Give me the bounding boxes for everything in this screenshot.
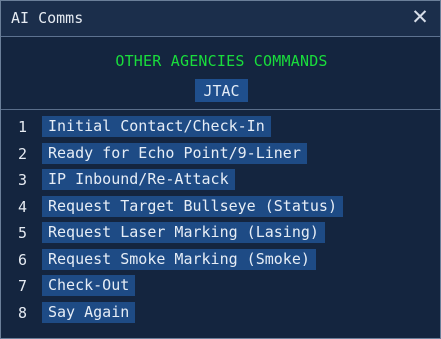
menu-item-label[interactable]: Request Target Bullseye (Status)	[42, 195, 343, 217]
menu-item-label[interactable]: Ready for Echo Point/9-Liner	[42, 142, 307, 164]
menu-item-say-again[interactable]: 8 Say Again	[1, 299, 441, 326]
agency-badge-container: JTAC	[1, 79, 441, 102]
menu-item-ready-echo-point[interactable]: 2 Ready for Echo Point/9-Liner	[1, 140, 441, 167]
menu-item-label[interactable]: Request Smoke Marking (Smoke)	[42, 248, 316, 270]
menu-item-number: 7	[18, 277, 28, 295]
menu-item-label[interactable]: Check-Out	[42, 275, 136, 296]
section-heading: OTHER AGENCIES COMMANDS	[115, 52, 328, 70]
menu-item-label[interactable]: IP Inbound/Re-Attack	[42, 169, 235, 190]
menu-item-number: 6	[18, 250, 28, 269]
menu-item-label[interactable]: Request Laser Marking (Lasing)	[42, 222, 325, 243]
menu-item-check-out[interactable]: 7 Check-Out	[1, 272, 441, 299]
menu-item-number: 1	[18, 118, 28, 136]
menu-item-ip-inbound[interactable]: 3 IP Inbound/Re-Attack	[1, 166, 441, 193]
menu-item-number: 3	[18, 171, 28, 189]
menu-item-number: 2	[18, 144, 28, 163]
menu-item-laser-marking[interactable]: 5 Request Laser Marking (Lasing)	[1, 219, 441, 246]
agency-badge-jtac: JTAC	[195, 79, 248, 102]
menu-item-initial-contact[interactable]: 1 Initial Contact/Check-In	[1, 113, 441, 140]
menu-item-number: 4	[18, 197, 28, 216]
menu-item-label[interactable]: Say Again	[42, 301, 136, 323]
close-icon[interactable]: ✕	[406, 3, 434, 31]
menu-item-label[interactable]: Initial Contact/Check-In	[42, 116, 271, 137]
menu-item-target-bullseye[interactable]: 4 Request Target Bullseye (Status)	[1, 193, 441, 220]
command-menu: 1 Initial Contact/Check-In 2 Ready for E…	[1, 113, 441, 325]
window-title: AI Comms	[11, 9, 84, 27]
ai-comms-window: AI Comms ✕ OTHER AGENCIES COMMANDS JTAC …	[0, 0, 441, 339]
menu-item-smoke-marking[interactable]: 6 Request Smoke Marking (Smoke)	[1, 246, 441, 273]
divider	[1, 109, 440, 110]
menu-item-number: 8	[18, 303, 28, 322]
menu-item-number: 5	[18, 224, 28, 242]
title-bar[interactable]: AI Comms ✕	[1, 1, 440, 37]
